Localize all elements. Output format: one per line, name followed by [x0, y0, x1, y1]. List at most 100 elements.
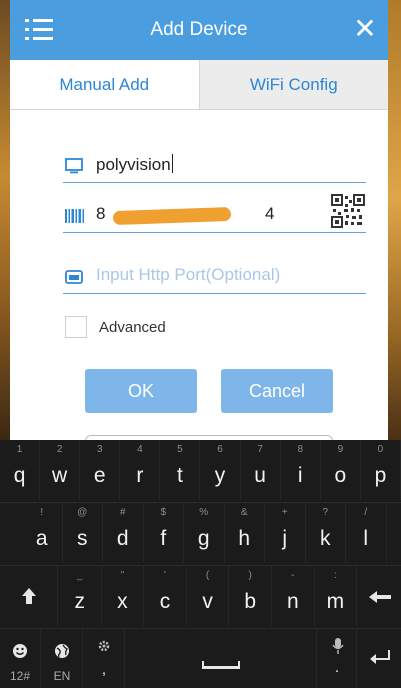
qr-code-icon[interactable] — [331, 194, 365, 233]
key-hint: / — [364, 507, 368, 518]
key-label: s — [77, 527, 88, 550]
key-hint: $ — [160, 507, 167, 518]
key-hint: 1 — [16, 444, 23, 455]
key-label: o — [334, 464, 347, 487]
keyboard-row-3: _ z " x ' c(v) b - n: m — [0, 566, 401, 628]
key-w[interactable]: 2w — [40, 440, 81, 500]
key-f[interactable]: $ f — [144, 503, 184, 563]
keyboard-row-1: 1q2w3e4r5t6y7u8i9o0p — [0, 440, 401, 502]
enter-icon — [370, 650, 390, 664]
key-d[interactable]: # d — [103, 503, 144, 563]
http-port-field[interactable]: Input Http Port(Optional) — [63, 258, 366, 294]
key-n[interactable]: -n — [272, 566, 315, 626]
key-hint: 3 — [96, 444, 103, 455]
key-k[interactable]: ? k — [306, 503, 346, 563]
backspace-key[interactable] — [358, 566, 401, 626]
key-j[interactable]: + j — [265, 503, 306, 563]
key-hint: 4 — [137, 444, 143, 455]
key-s[interactable]: @ s — [63, 503, 103, 563]
space-key[interactable] — [126, 629, 317, 688]
key-i[interactable]: 8i — [281, 440, 321, 500]
key-hint: + — [281, 507, 288, 518]
cancel-button[interactable]: Cancel — [221, 369, 333, 413]
device-name-input[interactable]: polyvision — [96, 154, 173, 175]
comma-settings-key[interactable]: , — [84, 629, 125, 688]
key-hint: - — [291, 570, 295, 581]
key-hint: 2 — [56, 444, 63, 455]
key-label: l — [363, 527, 369, 550]
port-icon — [65, 269, 83, 290]
serial-number-tail: 4 — [265, 204, 275, 223]
key-label: k — [320, 527, 331, 550]
key-r[interactable]: 4r — [120, 440, 161, 500]
http-port-input[interactable]: Input Http Port(Optional) — [96, 265, 280, 285]
page-title: Add Device — [150, 19, 248, 40]
key-p[interactable]: 0p — [361, 440, 401, 500]
key-y[interactable]: 6y — [201, 440, 241, 500]
key-e[interactable]: 3e — [80, 440, 121, 500]
symbols-key-label: 12# — [9, 669, 31, 683]
period-mic-key[interactable]: . — [318, 629, 357, 688]
title-bar: Add Device ✕ — [10, 0, 388, 60]
key-z[interactable]: _ z — [59, 566, 102, 626]
symbols-key[interactable]: 12# — [0, 629, 41, 688]
key-label: r — [136, 464, 144, 487]
key-l[interactable]: / l — [346, 503, 387, 563]
close-icon[interactable]: ✕ — [350, 14, 380, 44]
language-key[interactable]: EN — [42, 629, 83, 688]
key-hint: 5 — [177, 444, 183, 455]
key-g[interactable]: % g — [184, 503, 225, 563]
key-m[interactable]: :m — [315, 566, 358, 626]
key-b[interactable]: ) b — [229, 566, 272, 626]
key-label: h — [238, 527, 251, 550]
key-label: x — [117, 590, 128, 613]
key-x[interactable]: " x — [102, 566, 145, 626]
advanced-checkbox[interactable] — [65, 316, 87, 338]
ok-button[interactable]: OK — [85, 369, 197, 413]
comma-key-label: , — [101, 661, 107, 678]
serial-number-field[interactable]: 8 4 — [63, 194, 366, 233]
key-hint: % — [199, 507, 209, 518]
key-hint: ( — [205, 570, 210, 581]
key-hint: 6 — [217, 444, 223, 455]
tab-manual-add[interactable]: Manual Add — [10, 60, 199, 109]
serial-number-input[interactable]: 8 — [96, 204, 105, 224]
key-hint: " — [120, 570, 125, 581]
key-hint: ) — [248, 570, 252, 581]
key-a[interactable]: ! a — [22, 503, 63, 563]
key-label: a — [35, 527, 48, 550]
key-hint: ? — [322, 507, 329, 518]
period-key-label: . — [334, 659, 340, 676]
key-t[interactable]: 5t — [160, 440, 201, 500]
key-label: c — [159, 590, 171, 613]
key-h[interactable]: & h — [225, 503, 265, 563]
gear-icon — [98, 640, 110, 652]
key-v[interactable]: (v — [187, 566, 230, 626]
tab-bar: Manual Add WiFi Config — [10, 60, 388, 110]
key-hint: ! — [40, 507, 44, 518]
advanced-label: Advanced — [99, 319, 166, 336]
keyboard-row-2: ! a @ s # d $ f% g & h + j? k / l — [0, 503, 401, 565]
key-hint: # — [119, 507, 126, 518]
space-bar-mark — [202, 666, 240, 669]
key-c[interactable]: ' c — [144, 566, 187, 626]
device-name-field[interactable]: polyvision — [63, 147, 366, 183]
keyboard-row-4: 12# EN , . — [0, 629, 401, 688]
shift-key[interactable] — [0, 566, 58, 626]
key-o[interactable]: 9o — [321, 440, 361, 500]
key-label: n — [286, 590, 299, 613]
key-label: j — [282, 527, 288, 550]
barcode-icon — [65, 209, 85, 228]
key-u[interactable]: 7u — [241, 440, 281, 500]
key-q[interactable]: 1q — [0, 440, 41, 500]
key-label: z — [74, 590, 86, 613]
key-label: d — [116, 527, 129, 550]
key-hint: & — [240, 507, 248, 518]
key-hint: 8 — [297, 444, 304, 455]
key-hint: _ — [77, 570, 83, 581]
key-label: e — [93, 464, 106, 487]
enter-key[interactable] — [358, 629, 401, 688]
key-label: b — [244, 590, 257, 613]
tab-wifi-config[interactable]: WiFi Config — [198, 60, 388, 109]
key-label: f — [160, 527, 167, 550]
